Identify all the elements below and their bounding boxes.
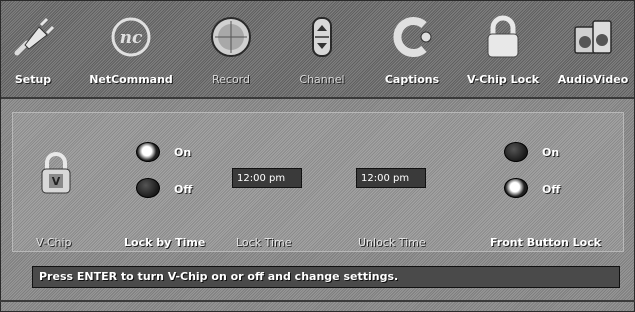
svg-text:nc: nc [120, 28, 143, 48]
lock-by-time-label: Lock by Time [124, 236, 206, 249]
front-button-lock-off-radio[interactable] [504, 178, 528, 198]
lock-by-time-on-radio[interactable] [136, 142, 160, 162]
plug-icon [11, 15, 55, 59]
menu-label-setup: Setup [14, 73, 52, 86]
front-button-lock-on-radio[interactable] [504, 142, 528, 162]
vchip-settings-panel [12, 112, 624, 252]
channel-updown-icon [300, 15, 344, 59]
status-bar: Press ENTER to turn V-Chip on or off and… [32, 266, 620, 288]
unlock-time-field[interactable]: 12:00 pm [356, 168, 426, 188]
lock-by-time-off-label: Off [174, 183, 193, 196]
vchip-label: V-Chip [36, 236, 72, 249]
menu-item-audiovideo[interactable]: AudioVideo [553, 1, 633, 97]
svg-text:V: V [52, 175, 61, 188]
padlock-v-icon: V [34, 150, 78, 200]
front-button-lock-off-label: Off [542, 183, 561, 196]
lock-time-label: Lock Time [236, 236, 292, 249]
padlock-icon [481, 15, 525, 59]
captions-icon [390, 15, 434, 59]
front-button-lock-label: Front Button Lock [490, 236, 602, 249]
record-disc-icon [209, 15, 253, 59]
vchip-toggle[interactable]: V [34, 150, 78, 196]
lock-by-time-off-radio[interactable] [136, 178, 160, 198]
menu-item-channel[interactable]: Channel [291, 1, 353, 97]
front-button-lock-on-label: On [542, 146, 560, 159]
menu-item-setup[interactable]: Setup [5, 1, 61, 97]
menu-label-netcommand: NetCommand [89, 73, 173, 86]
menu-label-vchip-lock: V-Chip Lock [466, 73, 540, 86]
menu-label-channel: Channel [299, 73, 345, 86]
menu-item-record[interactable]: Record [201, 1, 261, 97]
bottom-divider [0, 300, 635, 302]
lock-time-field[interactable]: 12:00 pm [232, 168, 302, 188]
lock-by-time-on-label: On [174, 146, 192, 159]
menu-label-captions: Captions [384, 73, 440, 86]
netcommand-logo-icon: nc [109, 15, 153, 59]
menu-label-record: Record [211, 73, 250, 86]
menu-item-vchip-lock[interactable]: V-Chip Lock [457, 1, 549, 97]
unlock-time-label: Unlock Time [358, 236, 426, 249]
menu-label-audiovideo: AudioVideo [557, 73, 629, 86]
main-menu-bar: Setup nc NetCommand Record Channel Capti… [1, 1, 634, 99]
menu-item-netcommand[interactable]: nc NetCommand [85, 1, 177, 97]
audio-video-icon [571, 15, 615, 59]
menu-item-captions[interactable]: Captions [379, 1, 445, 97]
